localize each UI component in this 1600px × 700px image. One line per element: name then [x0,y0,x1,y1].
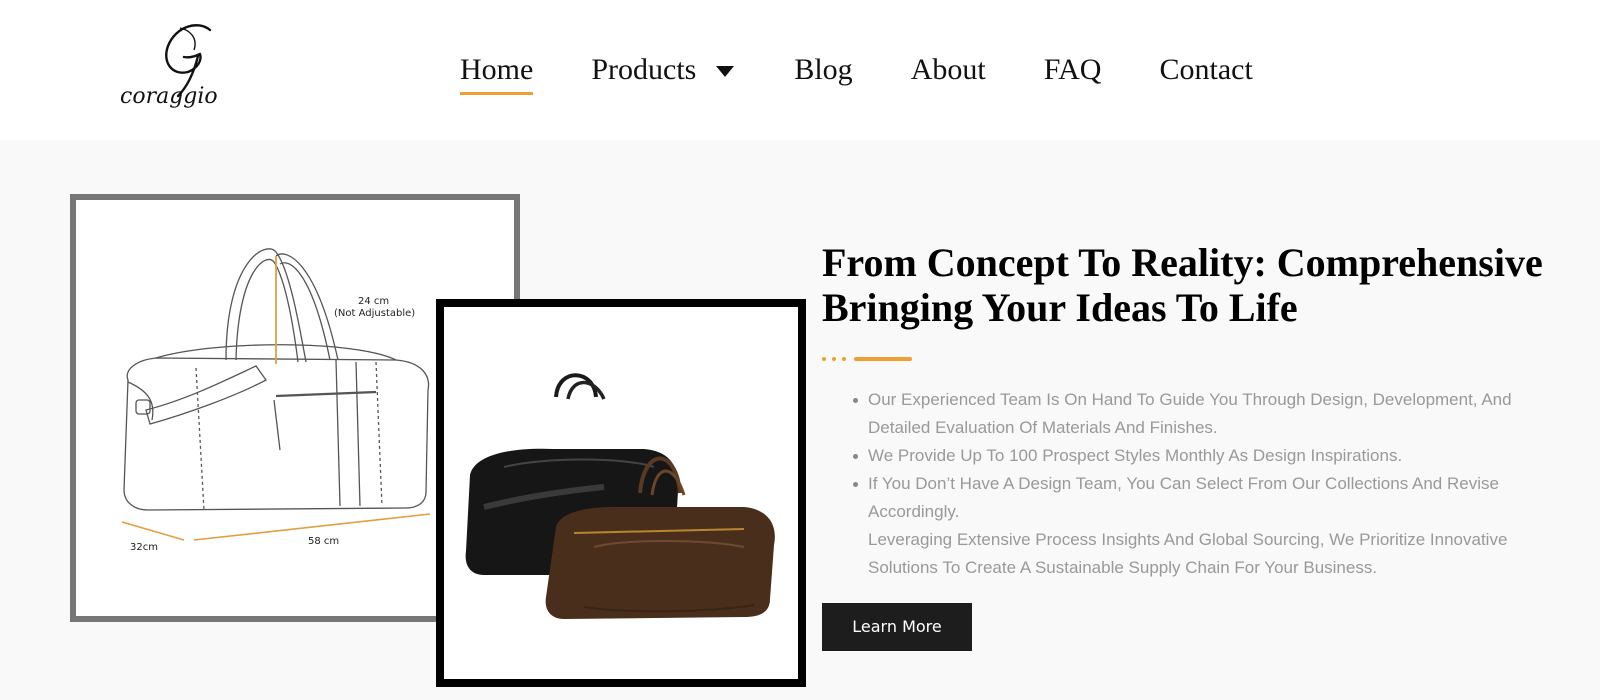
height-dimension-note: (Not Adjustable) [334,308,415,319]
site-header: coraggio Home Products Blog About FAQ Co… [0,0,1600,140]
width-dimension-label: 58 cm [308,536,339,547]
feature-list: Our Experienced Team Is On Hand To Guide… [822,386,1522,582]
heading-line-1: From Concept To Reality: Comprehensive [822,240,1543,285]
depth-dimension-label: 32cm [130,542,158,553]
heading-line-2: Bringing Your Ideas To Life [822,285,1298,330]
nav-blog[interactable]: Blog [794,50,852,90]
brand-logo[interactable]: coraggio [118,16,254,120]
nav-about[interactable]: About [911,50,986,90]
chevron-down-icon [716,65,735,77]
list-item: Our Experienced Team Is On Hand To Guide… [853,386,1522,442]
main-nav: Home Products Blog About FAQ Contact [460,50,1253,95]
coraggio-logo-image: coraggio [120,24,218,109]
page-title: From Concept To Reality: Comprehensive B… [822,240,1582,330]
nav-home[interactable]: Home [460,50,534,95]
nav-products[interactable]: Products [591,50,735,90]
feature-content: From Concept To Reality: Comprehensive B… [822,240,1582,651]
nav-contact[interactable]: Contact [1159,50,1252,90]
list-item: We Provide Up To 100 Prospect Styles Mon… [853,442,1522,470]
list-item: If You Don’t Have A Design Team, You Can… [853,470,1522,526]
nav-faq[interactable]: FAQ [1044,50,1102,90]
accent-divider [822,356,1582,362]
feature-paragraph: Leveraging Extensive Process Insights An… [868,530,1508,577]
svg-text:coraggio: coraggio [120,84,218,109]
height-dimension-label: 24 cm [358,296,389,307]
learn-more-button[interactable]: Learn More [822,603,972,651]
bags-photo-image [436,299,806,687]
